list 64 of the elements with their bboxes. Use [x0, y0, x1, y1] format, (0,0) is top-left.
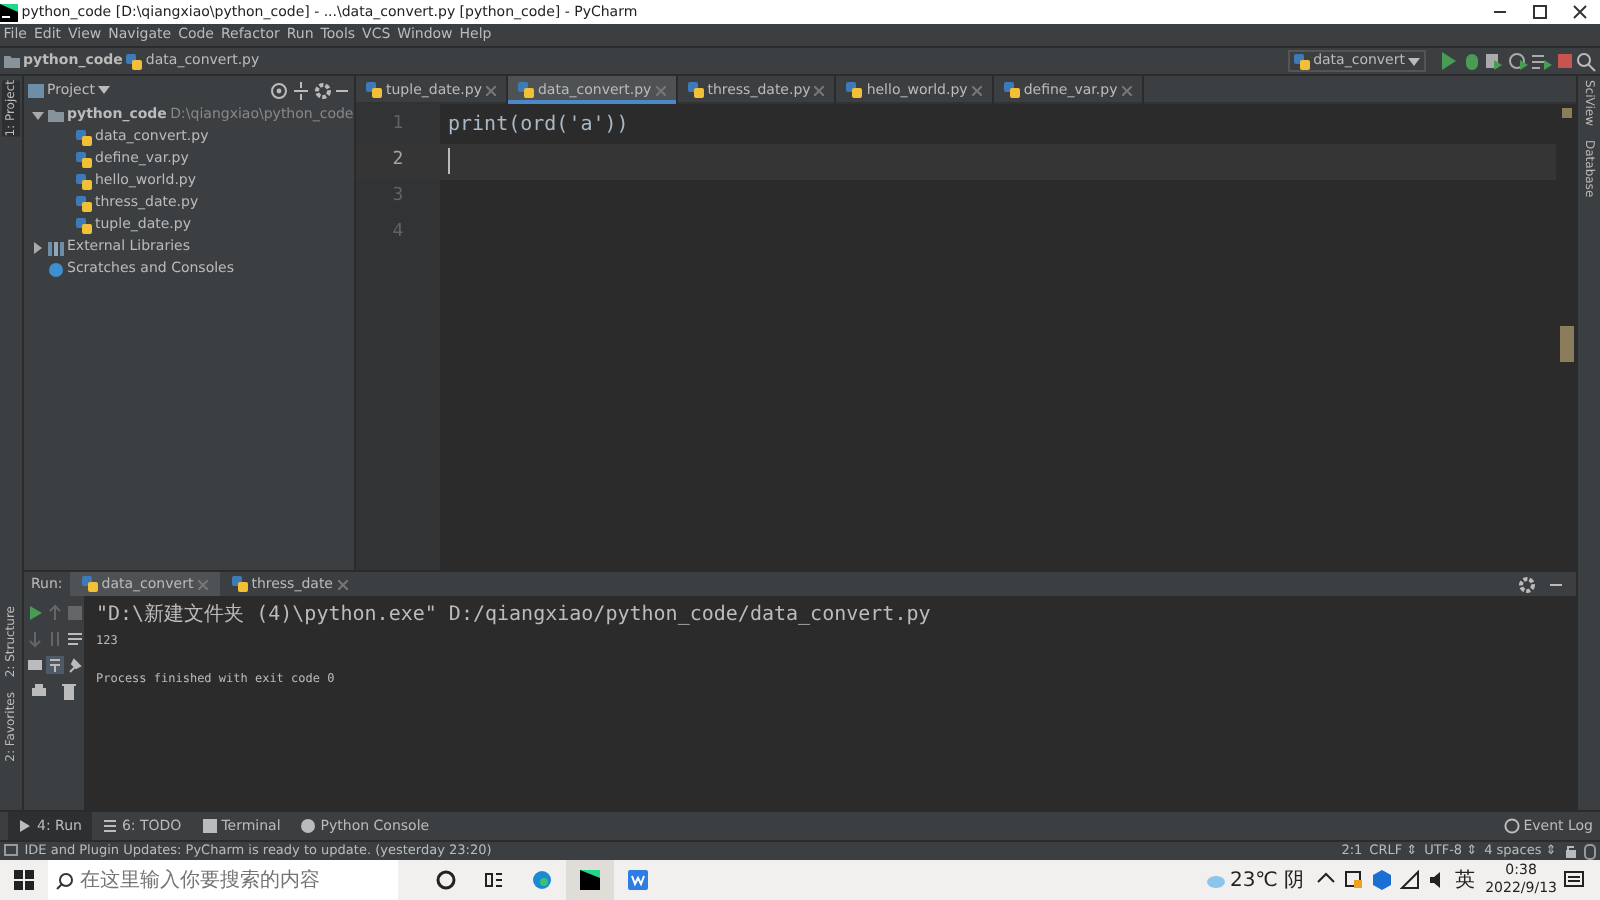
list-icon — [101, 818, 118, 834]
speech-bubble-icon — [1503, 818, 1520, 834]
notification-icon[interactable] — [1564, 870, 1584, 890]
warning-marker-icon — [1561, 107, 1571, 118]
task-view-circle-icon[interactable] — [436, 870, 456, 890]
lock-icon[interactable] — [1563, 844, 1578, 858]
debug-icon[interactable] — [1461, 52, 1481, 70]
trash-icon[interactable] — [60, 681, 78, 700]
weather-text: 23℃ 阴 — [1229, 867, 1305, 895]
wps-icon[interactable] — [628, 870, 648, 890]
python-file-icon — [846, 82, 863, 98]
panel-icon — [27, 83, 44, 97]
library-icon — [47, 239, 64, 255]
stop-icon[interactable] — [1555, 52, 1573, 70]
monitor-icon — [3, 844, 18, 858]
browser-icon[interactable] — [532, 870, 552, 890]
terminal-icon — [201, 818, 218, 834]
folder-icon — [47, 107, 64, 123]
settings-icon[interactable] — [1518, 575, 1536, 593]
collapse-icon[interactable] — [291, 81, 310, 99]
python-file-icon — [126, 53, 143, 69]
console-icon — [300, 818, 317, 834]
wrap-icon[interactable] — [65, 629, 83, 648]
search-icon[interactable] — [1576, 51, 1597, 71]
python-file-icon — [687, 82, 704, 98]
pin-icon[interactable] — [65, 655, 83, 674]
pycharm-app-icon[interactable] — [580, 870, 600, 890]
python-file-icon — [81, 576, 98, 592]
input-method-indicator[interactable]: 英 — [1454, 865, 1475, 895]
caret-icon — [98, 86, 111, 94]
collapsed-arrow-icon[interactable] — [32, 241, 44, 253]
python-file-icon — [1293, 53, 1310, 69]
cloud-icon — [1206, 872, 1227, 888]
caret-icon — [1408, 57, 1421, 65]
scratches-icon — [47, 261, 64, 277]
python-file-icon — [517, 82, 534, 98]
text-caret — [448, 148, 450, 175]
search-field[interactable]: 在这里输入你要搜索的内容 — [48, 860, 398, 900]
profile-icon[interactable] — [1508, 52, 1528, 70]
concurrency-icon[interactable] — [1531, 52, 1552, 70]
code-line: print(ord('a')) — [448, 112, 629, 141]
network-icon[interactable] — [1399, 870, 1420, 890]
python-file-icon — [366, 82, 382, 98]
python-file-icon — [1003, 82, 1020, 98]
folder-icon — [3, 53, 20, 69]
locate-icon[interactable] — [270, 81, 288, 99]
python-file-icon — [231, 576, 248, 592]
coverage-icon[interactable] — [1484, 52, 1505, 70]
run-icon — [17, 818, 33, 834]
expanded-arrow-icon[interactable] — [32, 109, 44, 121]
inspector-icon[interactable] — [1584, 843, 1597, 859]
search-icon — [55, 871, 73, 889]
settings-icon[interactable] — [313, 81, 331, 99]
tray-cube-icon[interactable] — [1371, 870, 1392, 890]
run-icon[interactable] — [1437, 52, 1458, 70]
print-icon[interactable] — [30, 681, 48, 700]
start-button[interactable] — [14, 870, 34, 890]
task-view-icon[interactable] — [484, 870, 504, 890]
scrollbar-thumb[interactable] — [1559, 325, 1573, 362]
tray-app-icon[interactable] — [1343, 870, 1364, 890]
console-line: "D:\新建文件夹 (4)\python.exe" D:/qiangxiao/python_code/data_convert.py — [96, 601, 931, 630]
layout-icon[interactable] — [25, 655, 43, 674]
scroll-end-icon[interactable] — [45, 655, 63, 674]
line-number: 2 — [356, 143, 440, 180]
